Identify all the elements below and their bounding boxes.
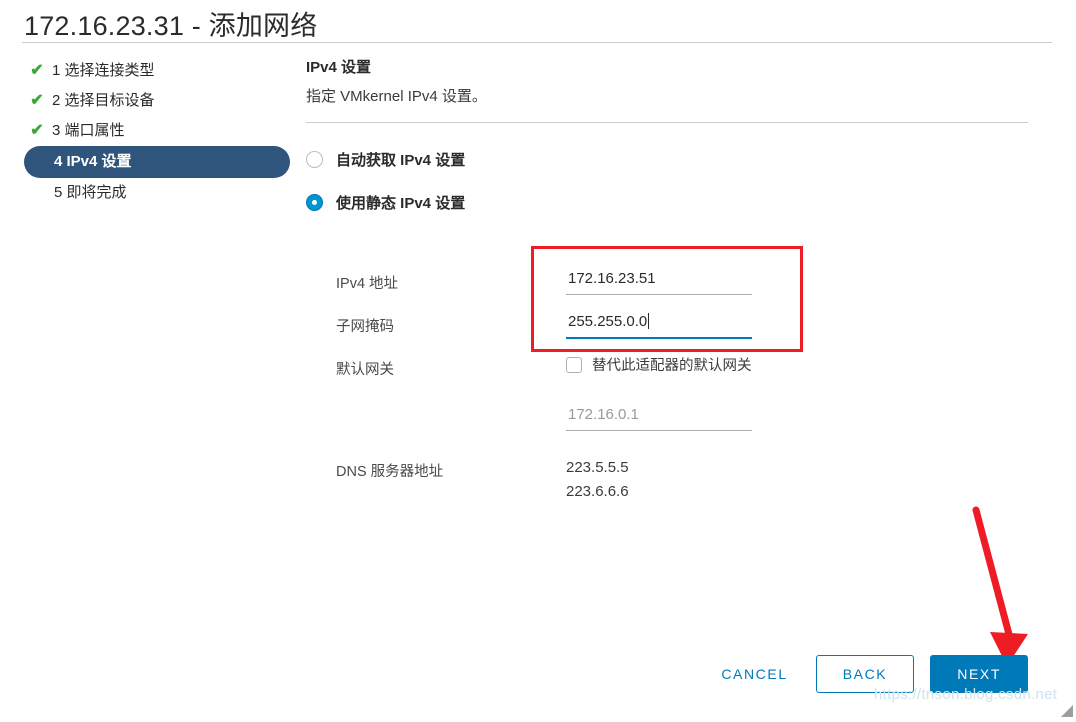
check-icon: ✔ xyxy=(30,62,44,79)
radio-obtain-ipv4-automatically[interactable]: 自动获取 IPv4 设置 xyxy=(306,149,1036,170)
step-label: 2 选择目标设备 xyxy=(52,92,155,109)
sidebar-item-select-connection-type[interactable]: ✔ 1 选择连接类型 xyxy=(24,56,294,86)
check-icon: ✔ xyxy=(30,122,44,139)
override-gateway-checkbox[interactable]: 替代此适配器的默认网关 xyxy=(566,354,752,375)
annotation-arrow xyxy=(950,500,1060,670)
wizard-steps: ✔ 1 选择连接类型 ✔ 2 选择目标设备 ✔ 3 端口属性 4 IPv4 设置… xyxy=(24,56,294,208)
default-gateway-input[interactable]: 172.16.0.1 xyxy=(566,404,752,431)
radio-label: 使用静态 IPv4 设置 xyxy=(336,195,466,212)
form-row-gateway-value: 172.16.0.1 xyxy=(336,404,1036,456)
field-underline xyxy=(566,430,752,431)
sidebar-item-select-target-device[interactable]: ✔ 2 选择目标设备 xyxy=(24,86,294,116)
panel-subtitle: 指定 VMkernel IPv4 设置。 xyxy=(306,88,487,105)
title-divider xyxy=(22,42,1052,43)
ipv4-address-label: IPv4 地址 xyxy=(336,276,399,292)
footer-actions: CANCEL BACK NEXT xyxy=(0,650,1052,698)
radio-selected-icon xyxy=(306,194,323,211)
sidebar-item-ipv4-settings[interactable]: 4 IPv4 设置 xyxy=(24,146,290,178)
default-gateway-value: 172.16.0.1 xyxy=(568,406,639,423)
subnet-mask-value: 255.255.0.0 xyxy=(568,313,648,330)
panel-divider xyxy=(306,122,1028,123)
subnet-mask-input[interactable]: 255.255.0.0 xyxy=(566,311,752,339)
dns-server-value: 223.5.5.5 xyxy=(566,459,629,476)
next-button[interactable]: NEXT xyxy=(930,655,1028,693)
sidebar-item-port-properties[interactable]: ✔ 3 端口属性 xyxy=(24,116,294,146)
form-row-subnet-mask: 子网掩码 255.255.0.0 xyxy=(336,311,1036,354)
main-panel: IPv4 设置 指定 VMkernel IPv4 设置。 自动获取 IPv4 设… xyxy=(306,56,1036,213)
cancel-button[interactable]: CANCEL xyxy=(707,658,801,690)
resize-grip[interactable] xyxy=(1061,704,1073,717)
step-label: 3 端口属性 xyxy=(52,122,125,139)
step-label: 5 即将完成 xyxy=(54,184,127,201)
radio-use-static-ipv4[interactable]: 使用静态 IPv4 设置 xyxy=(306,192,1036,213)
field-underline xyxy=(566,294,752,295)
checkbox-icon xyxy=(566,356,582,373)
check-icon: ✔ xyxy=(30,92,44,109)
override-gateway-label: 替代此适配器的默认网关 xyxy=(592,358,752,374)
form-row-dns-servers: DNS 服务器地址 223.5.5.5 223.6.6.6 xyxy=(336,456,1036,508)
ipv4-address-input[interactable]: 172.16.23.51 xyxy=(566,268,752,295)
subnet-mask-label: 子网掩码 xyxy=(336,319,394,335)
panel-heading: IPv4 设置 xyxy=(306,59,372,76)
text-caret xyxy=(648,313,650,329)
step-label: 4 IPv4 设置 xyxy=(54,153,132,170)
subnet-mask-value-wrap: 255.255.0.0 xyxy=(566,311,752,337)
back-button[interactable]: BACK xyxy=(815,655,915,693)
sidebar-item-ready-to-complete[interactable]: 5 即将完成 xyxy=(24,178,294,208)
form-row-default-gateway: 默认网关 替代此适配器的默认网关 xyxy=(336,354,1036,404)
radio-icon xyxy=(306,151,323,168)
radio-label: 自动获取 IPv4 设置 xyxy=(336,152,466,169)
default-gateway-label: 默认网关 xyxy=(336,362,394,378)
ipv4-settings-form: IPv4 地址 172.16.23.51 子网掩码 255.255.0.0 默认… xyxy=(336,268,1036,508)
page-title: 172.16.23.31 - 添加网络 xyxy=(24,11,318,41)
form-row-ipv4-address: IPv4 地址 172.16.23.51 xyxy=(336,268,1036,311)
dns-servers-label: DNS 服务器地址 xyxy=(336,464,444,480)
ipv4-address-value: 172.16.23.51 xyxy=(568,270,656,287)
step-label: 1 选择连接类型 xyxy=(52,62,155,79)
dns-server-value: 223.6.6.6 xyxy=(566,483,629,500)
field-underline-focused xyxy=(566,337,752,339)
dns-servers-list: 223.5.5.5 223.6.6.6 xyxy=(566,456,629,504)
